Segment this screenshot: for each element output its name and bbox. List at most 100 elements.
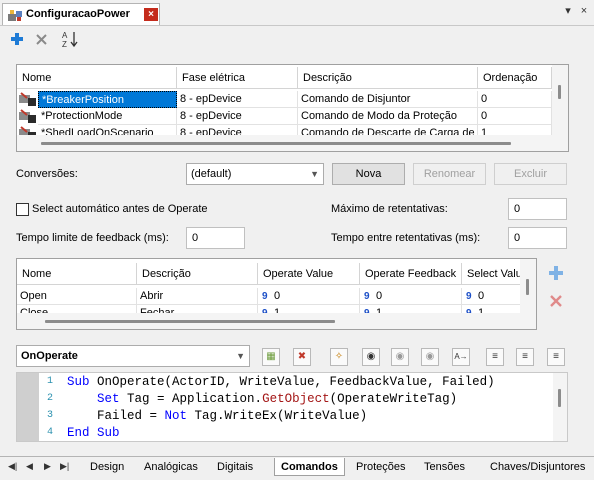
cell-description[interactable]: Abrir [137,288,258,305]
max-retries-label: Máximo de retentativas: [331,203,448,215]
vertical-scrollbar[interactable] [520,259,536,313]
rename-conversion-button[interactable]: Renomear [413,163,486,185]
cell-name[interactable]: *BreakerPosition [38,91,177,108]
find-icon[interactable]: ◉ [362,348,380,366]
code-line: Failed = Not Tag.WriteEx(WriteValue) [97,409,368,423]
max-retries-input[interactable]: 0 [508,198,567,220]
find-next-icon[interactable]: ◉ [391,348,409,366]
script-editor[interactable]: 1 2 3 4 Sub OnOperate(ActorID, WriteValu… [16,372,568,442]
cell-operate-value[interactable]: 91 [258,305,360,313]
column-header-description[interactable]: Descrição [298,67,478,89]
comment-icon[interactable]: ≡ [486,348,504,366]
conversions-dropdown[interactable]: (default) ▼ [186,163,324,185]
code-line: Sub OnOperate(ActorID, WriteValue, Feedb… [67,375,495,389]
scrollbar-thumb[interactable] [526,279,529,295]
column-header-name[interactable]: Nome [17,263,137,285]
table-row[interactable]: Close Fechar 91 91 91 [17,305,520,313]
tab-analogicas[interactable]: Analógicas [138,458,204,476]
remove-value-button[interactable] [548,293,564,309]
cell-order[interactable]: 0 [478,91,552,108]
script-event-dropdown[interactable]: OnOperate ▼ [16,345,250,367]
scrollbar-thumb[interactable] [558,85,561,99]
cell-phase[interactable]: 8 - epDevice [177,125,298,135]
cell-description[interactable]: Comando de Disjuntor [298,91,478,108]
vertical-scrollbar[interactable] [553,373,567,441]
add-value-button[interactable] [548,265,564,281]
replace-icon[interactable]: ◉ [421,348,439,366]
column-header-name[interactable]: Nome [17,67,177,89]
cell-select-value[interactable]: 90 [462,288,520,305]
column-header-operate-value[interactable]: Operate Value [258,263,360,285]
document-tab[interactable]: ConfiguracaoPower × [2,3,160,25]
cell-order[interactable]: 1 [478,125,552,135]
values-grid: Nome Descrição Operate Value Operate Fee… [16,258,537,330]
cell-operate-value[interactable]: 90 [258,288,360,305]
first-tab-icon[interactable]: ◀| [8,461,17,472]
cell-description[interactable]: Comando de Modo da Proteção [298,108,478,125]
column-header-operate-feedback[interactable]: Operate Feedback [360,263,462,285]
delete-conversion-button[interactable]: Excluir [494,163,567,185]
scrollbar-thumb[interactable] [558,389,561,407]
next-tab-icon[interactable]: ▶ [44,461,51,472]
auto-select-checkbox[interactable] [16,203,29,216]
last-tab-icon[interactable]: ▶| [60,461,69,472]
indent-icon[interactable]: ≡ [547,348,565,366]
table-row[interactable]: *BreakerPosition 8 - epDevice Comando de… [17,91,552,108]
chevron-down-icon: ▼ [236,351,245,361]
tab-tensoes[interactable]: Tensões [418,458,471,476]
uncomment-icon[interactable]: ≡ [516,348,534,366]
plus-icon [11,33,23,45]
line-number: 2 [46,393,53,404]
column-header-order[interactable]: Ordenação [478,67,552,89]
horizontal-scrollbar[interactable] [17,135,568,151]
cell-phase[interactable]: 8 - epDevice [177,91,298,108]
command-icon [19,126,36,135]
replace-all-icon[interactable]: A→ [452,348,470,366]
cell-phase[interactable]: 8 - epDevice [177,108,298,125]
tab-chaves-disjuntores[interactable]: Chaves/Disjuntores [484,458,591,476]
insert-object-icon[interactable]: ▦ [262,348,280,366]
chevron-down-icon[interactable]: ▾ [561,4,575,18]
scrollbar-thumb[interactable] [45,320,335,323]
breakpoint-margin[interactable] [17,373,39,441]
scrollbar-thumb[interactable] [41,142,511,145]
table-row[interactable]: *ShedLoadOnScenario 8 - epDevice Comando… [17,125,552,135]
conversions-label: Conversões: [16,168,78,180]
cell-name[interactable]: Open [17,288,137,305]
tab-comandos[interactable]: Comandos [274,458,345,476]
close-tab-button[interactable]: × [144,8,158,21]
cell-description[interactable]: Comando de Descarte de Carga de F [298,125,478,135]
tab-design[interactable]: Design [84,458,130,476]
retry-interval-input[interactable]: 0 [508,227,567,249]
sort-button[interactable]: A Z [62,30,80,49]
value-type-icon: 9 [262,305,268,313]
column-header-phase[interactable]: Fase elétrica [177,67,298,89]
script-event-selected: OnOperate [21,350,78,362]
cell-name[interactable]: Close [17,305,137,313]
prev-tab-icon[interactable]: ◀ [26,461,33,472]
cell-order[interactable]: 0 [478,108,552,125]
table-row[interactable]: *ProtectionMode 8 - epDevice Comando de … [17,108,552,125]
delete-script-icon[interactable]: ✖ [293,348,311,366]
cell-description[interactable]: Fechar [137,305,258,313]
feedback-timeout-input[interactable]: 0 [186,227,245,249]
cell-operate-feedback[interactable]: 91 [360,305,462,313]
cell-name[interactable]: *ProtectionMode [38,108,177,125]
horizontal-scrollbar[interactable] [17,313,536,329]
delete-button[interactable] [32,30,50,48]
tab-digitais[interactable]: Digitais [211,458,259,476]
cell-name[interactable]: *ShedLoadOnScenario [38,125,177,135]
column-header-description[interactable]: Descrição [137,263,258,285]
cell-operate-feedback[interactable]: 90 [360,288,462,305]
column-header-select-value[interactable]: Select Valu [462,263,520,285]
cell-select-value[interactable]: 91 [462,305,520,313]
close-window-button[interactable]: × [577,4,591,18]
new-conversion-button[interactable]: Nova [332,163,405,185]
wizard-icon[interactable]: ✧ [330,348,348,366]
vertical-scrollbar[interactable] [552,65,568,135]
sort-az-icon: A Z [62,31,78,49]
add-button[interactable] [8,30,26,48]
value-type-icon: 9 [364,291,370,302]
tab-protecoes[interactable]: Proteções [350,458,412,476]
table-row[interactable]: Open Abrir 90 90 90 [17,288,520,305]
